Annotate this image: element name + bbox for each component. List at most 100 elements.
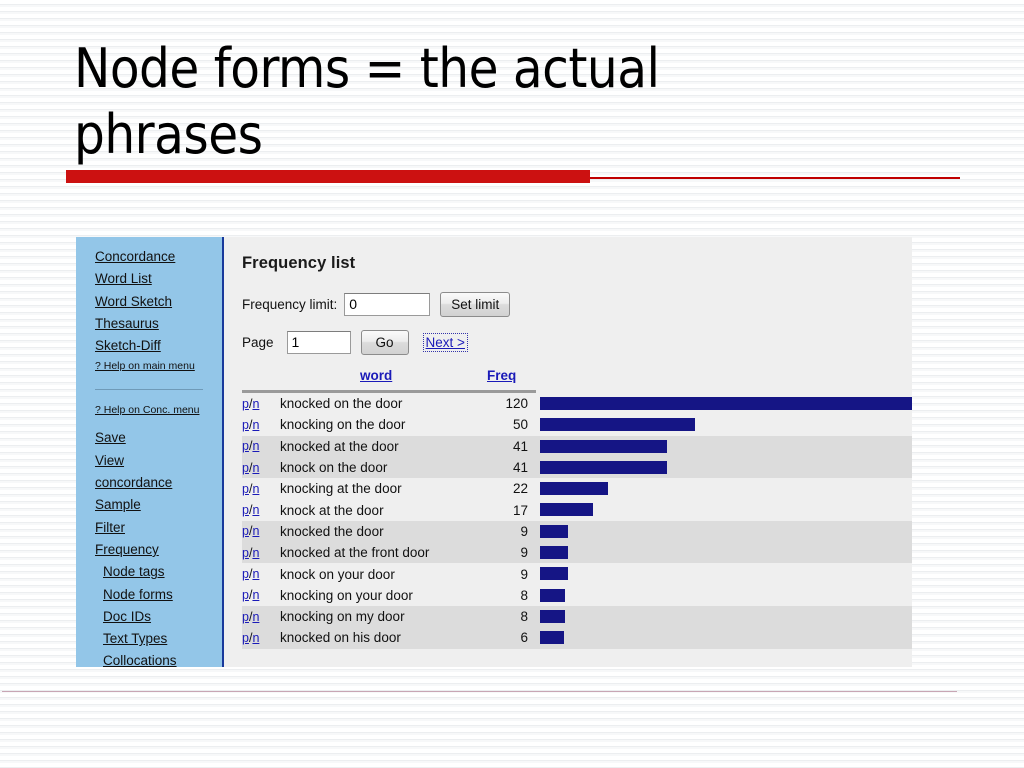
row-word: knock on your door: [280, 566, 395, 582]
page-label: Page: [242, 335, 274, 350]
next-page-link[interactable]: Next >: [422, 333, 468, 352]
row-bar-cell: [532, 627, 912, 648]
row-word: knocked the door: [280, 523, 384, 539]
frequency-bar: [540, 631, 564, 645]
frequency-limit-label: Frequency limit:: [242, 297, 338, 312]
sidebar-divider: [95, 389, 203, 391]
row-freq: 8: [520, 587, 528, 603]
row-freq: 17: [512, 502, 528, 518]
row-bar-cell: [532, 436, 912, 457]
frequency-bar: [540, 397, 912, 410]
table-row[interactable]: p/n knock at the door 17: [242, 499, 912, 520]
sidebar-item-sample[interactable]: Sample: [76, 494, 222, 516]
table-row[interactable]: p/n knocking on your door 8: [242, 585, 912, 606]
sidebar-item-filter[interactable]: Filter: [76, 517, 222, 539]
title-block: Node forms = the actual phrases: [74, 36, 774, 168]
table-row[interactable]: p/n knocked on the door 120: [242, 393, 912, 414]
sidebar-item-node-forms[interactable]: Node forms: [76, 584, 222, 606]
table-body: p/n knocked on the door 120 p/n knocking on …: [242, 393, 912, 649]
row-word: knocking on your door: [280, 587, 413, 603]
table-row[interactable]: p/n knocked at the front door 9: [242, 542, 912, 564]
go-button[interactable]: Go: [360, 330, 409, 355]
page-row: Page Go Next >: [242, 330, 912, 355]
sidebar-item-sketch-diff[interactable]: Sketch-Diff: [76, 335, 222, 357]
row-freq: 8: [520, 609, 528, 625]
table-row[interactable]: p/n knocking at the door 22: [242, 478, 912, 499]
sidebar-item-word-list[interactable]: Word List: [76, 268, 222, 290]
table-row[interactable]: p/n knocked at the door 41: [242, 435, 912, 457]
row-pn-links[interactable]: p/n: [242, 524, 280, 538]
row-pn-links[interactable]: p/n: [242, 631, 280, 645]
row-freq: 9: [520, 566, 528, 582]
table-header: word Freq: [242, 368, 912, 388]
sidebar-item-concordance[interactable]: Concordance: [76, 246, 222, 268]
row-pn-links[interactable]: p/n: [242, 546, 280, 560]
table-row[interactable]: p/n knocking on the door 50: [242, 414, 912, 435]
frequency-bar: [540, 546, 568, 560]
sidebar-item-view[interactable]: View: [76, 450, 222, 472]
row-pn-links[interactable]: p/n: [242, 482, 280, 496]
table-row[interactable]: p/n knocked the door 9: [242, 520, 912, 543]
row-freq: 50: [512, 417, 528, 433]
frequency-bar: [540, 439, 667, 453]
sidebar-item-collocations[interactable]: Collocations: [76, 650, 222, 667]
row-pn-links[interactable]: p/n: [242, 588, 280, 602]
column-header-word[interactable]: word: [360, 368, 392, 383]
table-row[interactable]: p/n knocking on my door 8: [242, 605, 912, 628]
row-pn-links[interactable]: p/n: [242, 567, 280, 581]
row-bar-cell: [532, 585, 912, 606]
row-freq: 22: [512, 481, 528, 497]
table-row[interactable]: p/n knocked on his door 6: [242, 627, 912, 649]
row-pn-links[interactable]: p/n: [242, 418, 280, 432]
row-bar-cell: [532, 542, 912, 563]
frequency-bar: [540, 609, 565, 623]
row-bar-cell: [532, 478, 912, 499]
row-pn-links[interactable]: p/n: [242, 397, 280, 411]
table-row[interactable]: p/n knock on your door 9: [242, 563, 912, 584]
column-header-freq[interactable]: Freq: [487, 368, 516, 383]
row-pn-links[interactable]: p/n: [242, 503, 280, 517]
sidebar: Concordance Word List Word Sketch Thesau…: [76, 237, 224, 667]
row-word: knocking on my door: [280, 609, 405, 625]
row-pn-links[interactable]: p/n: [242, 461, 280, 475]
row-word: knocked on his door: [280, 630, 401, 646]
page-title: Node forms = the actual phrases: [74, 37, 675, 166]
row-word: knocked on the door: [280, 396, 403, 412]
frequency-bar: [540, 588, 565, 602]
sidebar-item-thesaurus[interactable]: Thesaurus: [76, 313, 222, 335]
row-word: knocking at the door: [280, 481, 402, 497]
frequency-bar: [540, 482, 608, 496]
page-input[interactable]: [286, 331, 351, 354]
help-on-main-menu-link[interactable]: ? Help on main menu: [76, 357, 222, 376]
sidebar-item-node-tags[interactable]: Node tags: [76, 561, 222, 583]
row-freq: 41: [512, 460, 528, 476]
frequency-bar: [540, 503, 593, 517]
sidebar-item-concordance-sub[interactable]: concordance: [76, 472, 222, 494]
row-freq: 120: [505, 396, 528, 412]
frequency-bar: [540, 460, 667, 474]
sidebar-item-save[interactable]: Save: [76, 427, 222, 449]
row-bar-cell: [532, 521, 912, 542]
row-pn-links[interactable]: p/n: [242, 610, 280, 624]
frequency-list-heading: Frequency list: [242, 254, 356, 272]
set-limit-button[interactable]: Set limit: [440, 292, 511, 317]
row-word: knock on the door: [280, 460, 388, 476]
frequency-bar: [540, 524, 568, 538]
row-freq: 6: [520, 630, 528, 646]
row-word: knock at the door: [280, 502, 384, 518]
help-on-conc-menu-link[interactable]: ? Help on Conc. menu: [76, 401, 222, 420]
frequency-limit-input[interactable]: [344, 293, 431, 316]
row-word: knocked at the door: [280, 438, 399, 454]
sidebar-item-doc-ids[interactable]: Doc IDs: [76, 606, 222, 628]
sidebar-item-text-types[interactable]: Text Types: [76, 628, 222, 650]
sidebar-item-word-sketch[interactable]: Word Sketch: [76, 291, 222, 313]
table-row[interactable]: p/n knock on the door 41: [242, 456, 912, 479]
sketch-engine-screenshot: Concordance Word List Word Sketch Thesau…: [76, 237, 912, 667]
sidebar-item-frequency[interactable]: Frequency: [76, 539, 222, 561]
row-pn-links[interactable]: p/n: [242, 439, 280, 453]
row-freq: 9: [520, 545, 528, 561]
row-freq: 41: [512, 438, 528, 454]
frequency-bar: [540, 418, 695, 432]
row-freq: 9: [520, 523, 528, 539]
